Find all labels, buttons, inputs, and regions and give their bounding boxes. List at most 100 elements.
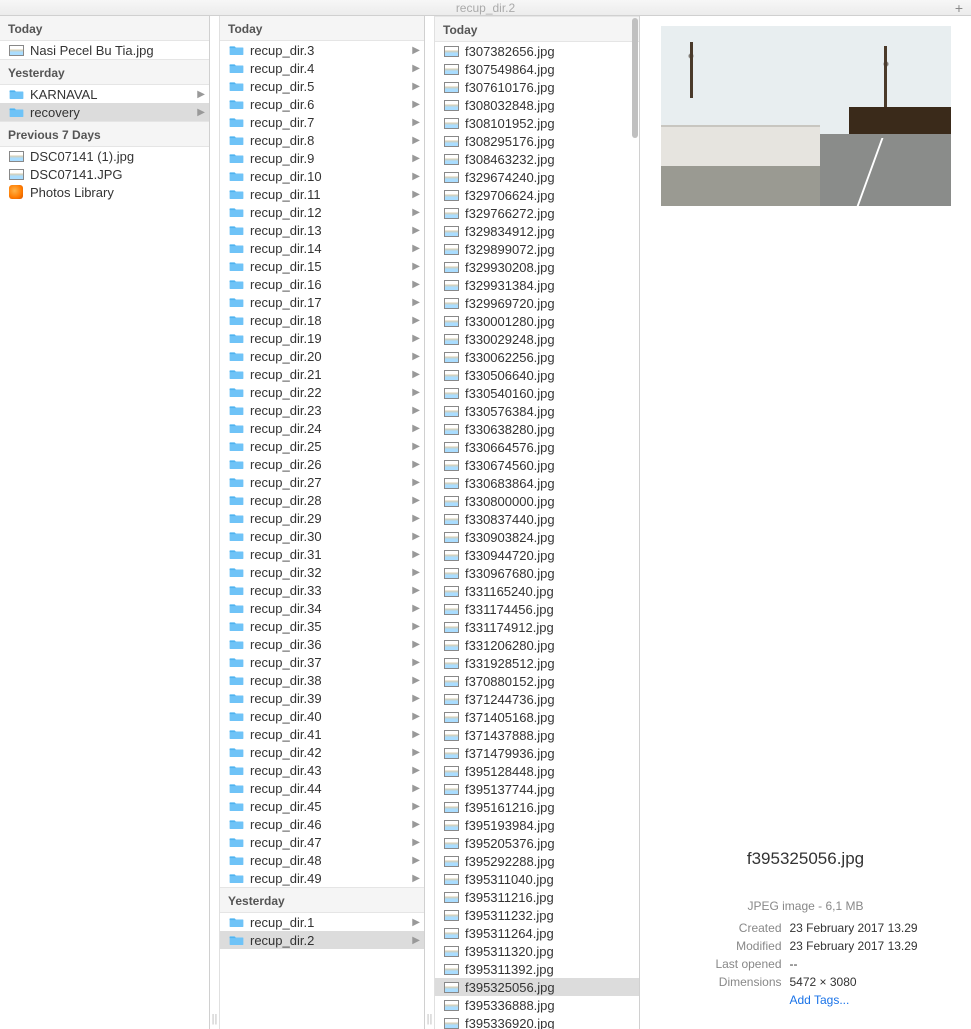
list-item[interactable]: f395336888.jpg xyxy=(435,996,639,1014)
column-resize-handle[interactable]: || xyxy=(425,16,435,1029)
list-item[interactable]: DSC07141.JPG xyxy=(0,165,209,183)
list-item[interactable]: f329899072.jpg xyxy=(435,240,639,258)
list-item[interactable]: f331174912.jpg xyxy=(435,618,639,636)
list-item[interactable]: recup_dir.30▶ xyxy=(220,527,424,545)
list-item[interactable]: f330903824.jpg xyxy=(435,528,639,546)
list-item[interactable]: recup_dir.45▶ xyxy=(220,797,424,815)
list-item[interactable]: f330674560.jpg xyxy=(435,456,639,474)
list-item[interactable]: f395292288.jpg xyxy=(435,852,639,870)
list-item[interactable]: f395311392.jpg xyxy=(435,960,639,978)
list-item[interactable]: KARNAVAL▶ xyxy=(0,85,209,103)
list-item[interactable]: recup_dir.19▶ xyxy=(220,329,424,347)
list-item[interactable]: recup_dir.47▶ xyxy=(220,833,424,851)
list-item[interactable]: recup_dir.32▶ xyxy=(220,563,424,581)
list-item[interactable]: recup_dir.43▶ xyxy=(220,761,424,779)
list-item[interactable]: recup_dir.39▶ xyxy=(220,689,424,707)
list-item[interactable]: f395128448.jpg xyxy=(435,762,639,780)
list-item[interactable]: recup_dir.23▶ xyxy=(220,401,424,419)
list-item[interactable]: recup_dir.37▶ xyxy=(220,653,424,671)
list-item[interactable]: recup_dir.24▶ xyxy=(220,419,424,437)
list-item[interactable]: f395311040.jpg xyxy=(435,870,639,888)
list-item[interactable]: f395311232.jpg xyxy=(435,906,639,924)
list-item[interactable]: f330837440.jpg xyxy=(435,510,639,528)
list-item[interactable]: f395205376.jpg xyxy=(435,834,639,852)
list-item[interactable]: recup_dir.4▶ xyxy=(220,59,424,77)
list-item[interactable]: f329766272.jpg xyxy=(435,204,639,222)
list-item[interactable]: recup_dir.26▶ xyxy=(220,455,424,473)
list-item[interactable]: f395311216.jpg xyxy=(435,888,639,906)
list-item[interactable]: recup_dir.15▶ xyxy=(220,257,424,275)
list-item[interactable]: recup_dir.28▶ xyxy=(220,491,424,509)
list-item[interactable]: f395137744.jpg xyxy=(435,780,639,798)
list-item[interactable]: f307610176.jpg xyxy=(435,78,639,96)
list-item[interactable]: f330506640.jpg xyxy=(435,366,639,384)
list-item[interactable]: recup_dir.38▶ xyxy=(220,671,424,689)
list-item[interactable]: recup_dir.46▶ xyxy=(220,815,424,833)
list-item[interactable]: f371479936.jpg xyxy=(435,744,639,762)
list-item[interactable]: f308101952.jpg xyxy=(435,114,639,132)
column-1[interactable]: Today Nasi Pecel Bu Tia.jpg Yesterday KA… xyxy=(0,16,210,1029)
list-item[interactable]: recup_dir.1▶ xyxy=(220,913,424,931)
list-item[interactable]: recup_dir.12▶ xyxy=(220,203,424,221)
new-tab-button[interactable]: + xyxy=(955,0,963,16)
list-item[interactable]: f371244736.jpg xyxy=(435,690,639,708)
list-item[interactable]: recup_dir.35▶ xyxy=(220,617,424,635)
list-item[interactable]: f370880152.jpg xyxy=(435,672,639,690)
list-item[interactable]: Nasi Pecel Bu Tia.jpg xyxy=(0,41,209,59)
list-item[interactable]: DSC07141 (1).jpg xyxy=(0,147,209,165)
list-item[interactable]: f330664576.jpg xyxy=(435,438,639,456)
list-item[interactable]: f330638280.jpg xyxy=(435,420,639,438)
list-item[interactable]: recup_dir.42▶ xyxy=(220,743,424,761)
list-item[interactable]: f308295176.jpg xyxy=(435,132,639,150)
list-item[interactable]: f308032848.jpg xyxy=(435,96,639,114)
list-item[interactable]: recup_dir.48▶ xyxy=(220,851,424,869)
list-item[interactable]: f308463232.jpg xyxy=(435,150,639,168)
list-item[interactable]: recup_dir.18▶ xyxy=(220,311,424,329)
list-item[interactable]: f329930208.jpg xyxy=(435,258,639,276)
list-item[interactable]: Photos Library xyxy=(0,183,209,201)
list-item[interactable]: recup_dir.17▶ xyxy=(220,293,424,311)
list-item[interactable]: f371405168.jpg xyxy=(435,708,639,726)
list-item[interactable]: recup_dir.22▶ xyxy=(220,383,424,401)
list-item[interactable]: f330001280.jpg xyxy=(435,312,639,330)
list-item[interactable]: f395311320.jpg xyxy=(435,942,639,960)
list-item[interactable]: recup_dir.31▶ xyxy=(220,545,424,563)
list-item[interactable]: recup_dir.7▶ xyxy=(220,113,424,131)
list-item[interactable]: recup_dir.36▶ xyxy=(220,635,424,653)
list-item[interactable]: f395336920.jpg xyxy=(435,1014,639,1029)
list-item[interactable]: f330540160.jpg xyxy=(435,384,639,402)
list-item[interactable]: f395193984.jpg xyxy=(435,816,639,834)
list-item[interactable]: recup_dir.6▶ xyxy=(220,95,424,113)
column-2[interactable]: Today recup_dir.3▶recup_dir.4▶recup_dir.… xyxy=(220,16,425,1029)
list-item[interactable]: f329931384.jpg xyxy=(435,276,639,294)
list-item[interactable]: recup_dir.8▶ xyxy=(220,131,424,149)
list-item[interactable]: recup_dir.29▶ xyxy=(220,509,424,527)
list-item[interactable]: f395161216.jpg xyxy=(435,798,639,816)
list-item[interactable]: f330800000.jpg xyxy=(435,492,639,510)
list-item[interactable]: f330062256.jpg xyxy=(435,348,639,366)
list-item[interactable]: f331174456.jpg xyxy=(435,600,639,618)
list-item[interactable]: f307382656.jpg xyxy=(435,42,639,60)
list-item[interactable]: f331928512.jpg xyxy=(435,654,639,672)
list-item[interactable]: recup_dir.34▶ xyxy=(220,599,424,617)
list-item[interactable]: recup_dir.44▶ xyxy=(220,779,424,797)
list-item[interactable]: f371437888.jpg xyxy=(435,726,639,744)
list-item[interactable]: f395325056.jpg xyxy=(435,978,639,996)
list-item[interactable]: f329674240.jpg xyxy=(435,168,639,186)
list-item[interactable]: recup_dir.9▶ xyxy=(220,149,424,167)
list-item[interactable]: f330683864.jpg xyxy=(435,474,639,492)
list-item[interactable]: recup_dir.14▶ xyxy=(220,239,424,257)
list-item[interactable]: recup_dir.40▶ xyxy=(220,707,424,725)
list-item[interactable]: recup_dir.20▶ xyxy=(220,347,424,365)
list-item[interactable]: recup_dir.41▶ xyxy=(220,725,424,743)
list-item[interactable]: recup_dir.10▶ xyxy=(220,167,424,185)
list-item[interactable]: f330944720.jpg xyxy=(435,546,639,564)
list-item[interactable]: f330967680.jpg xyxy=(435,564,639,582)
list-item[interactable]: f331165240.jpg xyxy=(435,582,639,600)
list-item[interactable]: recup_dir.49▶ xyxy=(220,869,424,887)
preview-thumbnail[interactable] xyxy=(661,26,951,206)
scrollbar-thumb[interactable] xyxy=(632,18,638,138)
list-item[interactable]: recup_dir.21▶ xyxy=(220,365,424,383)
list-item[interactable]: f330029248.jpg xyxy=(435,330,639,348)
list-item[interactable]: recup_dir.13▶ xyxy=(220,221,424,239)
